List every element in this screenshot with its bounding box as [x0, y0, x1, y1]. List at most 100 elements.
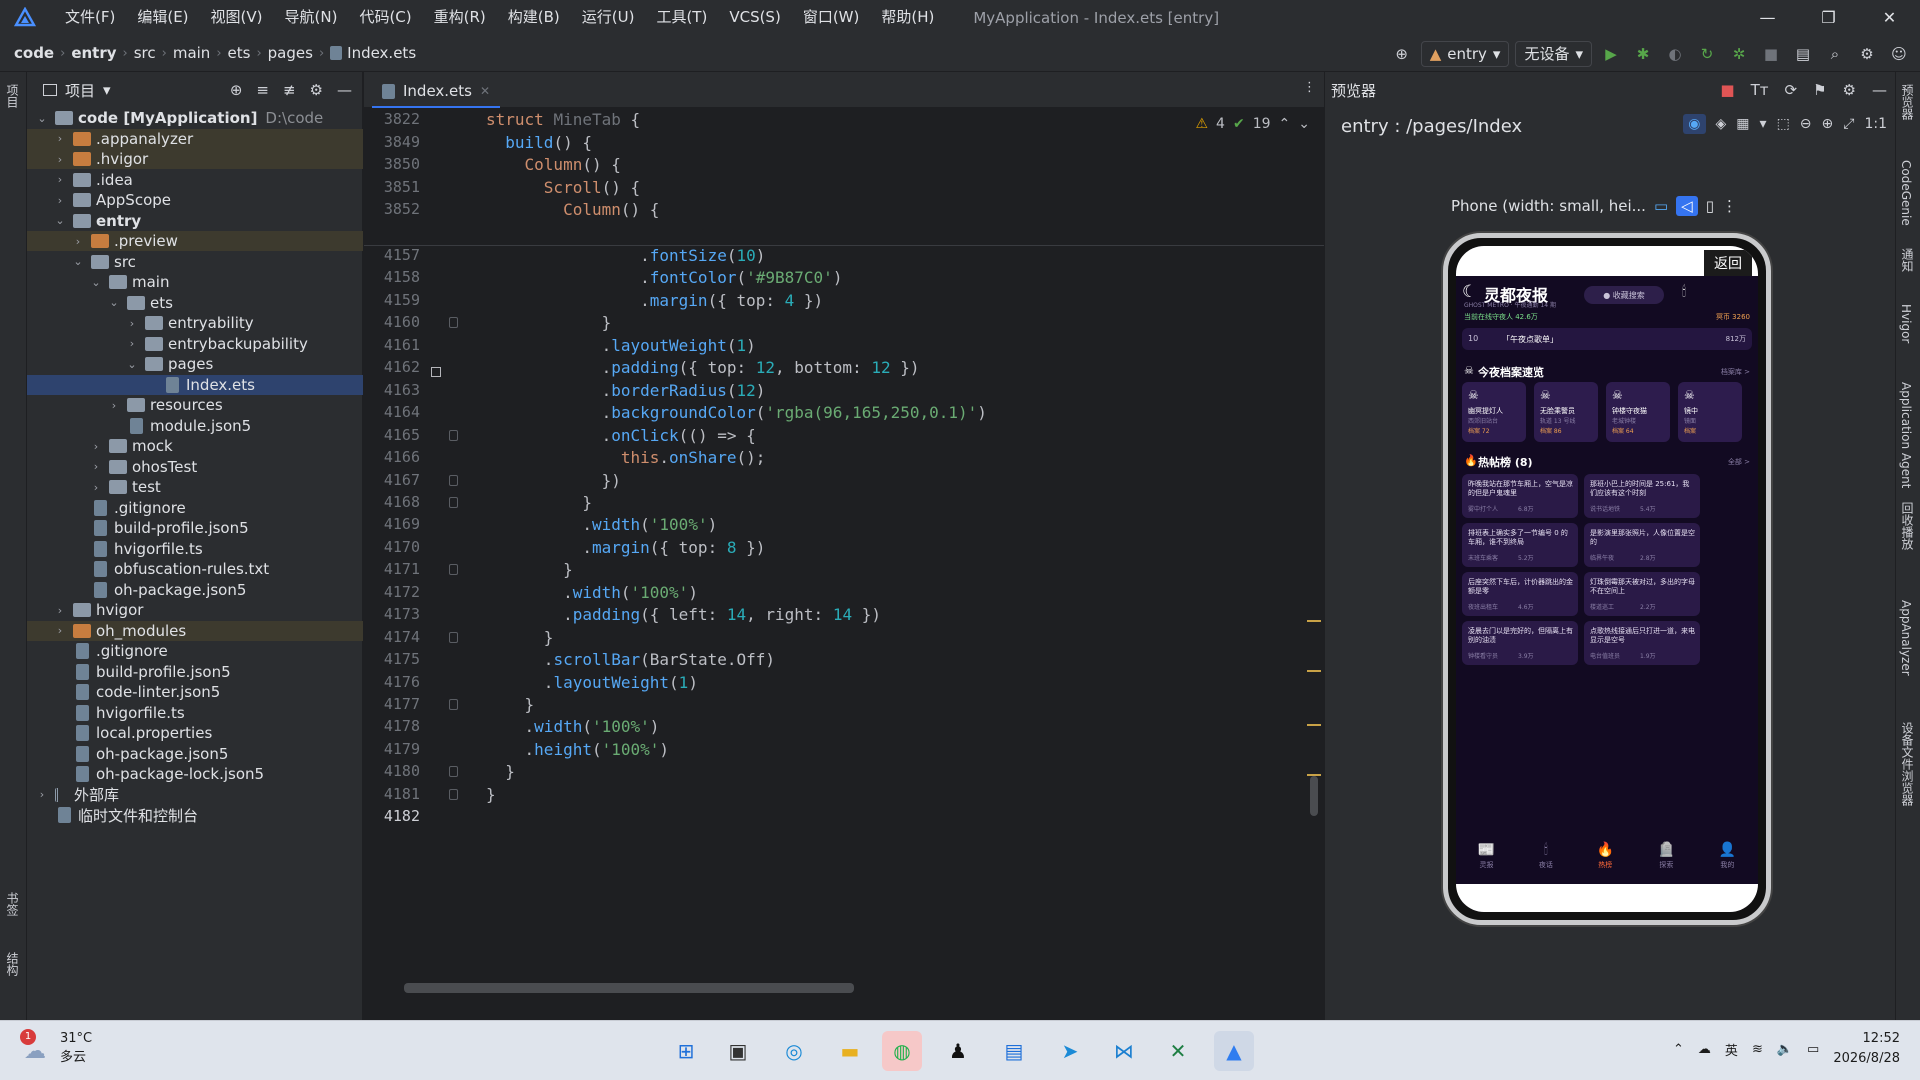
more-tabs-icon[interactable]: ⋮	[1303, 80, 1316, 95]
tree-item[interactable]: › 外部库	[27, 785, 363, 805]
minimize-icon[interactable]: —	[1737, 0, 1798, 35]
post-card[interactable]: 凌晨去门以是完好的，但隔离上有别的油渍 钟楼看守员 3.9万	[1462, 621, 1578, 665]
tree-item[interactable]: › oh_modules	[27, 620, 363, 641]
code-line[interactable]: .scrollBar(BarState.Off)	[486, 650, 775, 669]
bottom-tab[interactable]: 👤 我的	[1719, 836, 1736, 884]
task-view-icon[interactable]: ▣	[718, 1031, 758, 1071]
menu-item[interactable]: 构建(B)	[497, 0, 571, 35]
chevron-right-icon[interactable]: ›	[53, 132, 67, 145]
tree-item[interactable]: local.properties	[27, 723, 363, 743]
hide-icon[interactable]: —	[337, 81, 352, 99]
profile-icon[interactable]: ◐	[1662, 41, 1688, 67]
menu-item[interactable]: 帮助(H)	[870, 0, 945, 35]
font-size-icon[interactable]: Tт	[1751, 81, 1769, 99]
tab-index-ets[interactable]: Index.ets ✕	[372, 76, 501, 108]
chevron-down-icon[interactable]: ⌄	[35, 112, 49, 125]
fold-marker-icon[interactable]	[449, 474, 458, 486]
chevron-down-icon[interactable]: ⌄	[125, 358, 139, 371]
tree-item[interactable]: › .appanalyzer	[27, 128, 363, 149]
menu-item[interactable]: 重构(R)	[423, 0, 497, 35]
landscape-icon[interactable]: ▭	[1654, 197, 1668, 215]
candle-icon[interactable]: 🕯	[1682, 284, 1686, 300]
stop-icon[interactable]: ■	[1758, 41, 1784, 67]
menu-item[interactable]: 编辑(E)	[126, 0, 199, 35]
tree-item[interactable]: hvigorfile.ts	[27, 539, 363, 559]
bottom-tab[interactable]: 🪦 探索	[1658, 836, 1675, 884]
chevron-down-icon[interactable]: ▾	[1760, 116, 1767, 132]
close-tab-icon[interactable]: ✕	[480, 84, 490, 98]
code-line[interactable]: })	[486, 471, 621, 490]
tree-item[interactable]: build-profile.json5	[27, 518, 363, 538]
post-card[interactable]: 后座突然下车后，计价器跳出的金额是零 夜班出租车 4.6万	[1462, 572, 1578, 616]
chevron-right-icon[interactable]: ›	[107, 399, 121, 412]
tree-item[interactable]: .gitignore	[27, 498, 363, 518]
breadcrumb-item[interactable]: entry	[71, 44, 116, 62]
inspection-widget[interactable]: ⚠ 4 ✔ 19 ⌃ ⌄	[1195, 116, 1310, 132]
rotate-icon[interactable]: ◁	[1676, 196, 1698, 216]
warning-marker[interactable]	[1307, 724, 1321, 726]
warning-marker[interactable]	[1307, 774, 1321, 776]
chevron-down-icon[interactable]: ⌄	[53, 214, 67, 227]
tree-item[interactable]: 临时文件和控制台	[27, 805, 363, 825]
code-line[interactable]: .padding({ top: 12, bottom: 12 })	[486, 358, 920, 377]
breadcrumb-item[interactable]: ets	[228, 44, 251, 62]
close-icon[interactable]: ✕	[1859, 0, 1920, 35]
code-line[interactable]: .borderRadius(12)	[486, 381, 766, 400]
code-line[interactable]: .layoutWeight(1)	[486, 336, 756, 355]
chevron-right-icon[interactable]: ›	[89, 460, 103, 473]
preview-mode-icon[interactable]: ◉	[1683, 114, 1706, 134]
post-card[interactable]: 昨晚我站在那节车厢上，空气是凉的但是户鬼魂里 雾中打个人 6.8万	[1462, 474, 1578, 518]
code-line[interactable]: .padding({ left: 14, right: 14 })	[486, 605, 881, 624]
store-icon[interactable]: ▤	[994, 1031, 1034, 1071]
structure-tool-button[interactable]: 结构	[4, 952, 21, 976]
archive-more-link[interactable]: 档案库 >	[1721, 367, 1750, 377]
locate-icon[interactable]: ⊕	[230, 81, 243, 99]
fold-marker-icon[interactable]	[449, 766, 458, 778]
breadcrumb-file[interactable]: Index.ets	[347, 44, 416, 62]
multi-device-icon[interactable]: ▯	[1706, 197, 1714, 215]
file-explorer-icon[interactable]: ▬	[830, 1031, 870, 1071]
run-icon[interactable]: ▶	[1598, 41, 1624, 67]
project-panel-title[interactable]: 项目	[65, 80, 95, 101]
tree-item[interactable]: module.json5	[27, 416, 363, 436]
project-tool-button[interactable]: 项目	[4, 84, 21, 108]
menu-item[interactable]: 窗口(W)	[792, 0, 871, 35]
onedrive-icon[interactable]: ☁	[1698, 1042, 1711, 1057]
wifi-icon[interactable]: ≋	[1752, 1042, 1763, 1057]
chevron-up-icon[interactable]: ⌃	[1673, 1042, 1684, 1057]
horizontal-scrollbar[interactable]	[404, 983, 854, 993]
code-line[interactable]: .onClick(() => {	[486, 426, 756, 445]
chevron-right-icon[interactable]: ›	[35, 788, 49, 801]
account-icon[interactable]: ☺	[1886, 41, 1912, 67]
phone-screen[interactable]: 返回 ☾ 灵都夜报 GHOST METRO · 午夜通勤 14 期 ● 收藏搜索…	[1456, 246, 1758, 912]
bottom-tab[interactable]: 📰 灵报	[1478, 836, 1495, 884]
code-line[interactable]: .backgroundColor('rgba(96,165,250,0.1)')	[486, 403, 987, 422]
chevron-right-icon[interactable]: ›	[89, 440, 103, 453]
post-card[interactable]: 排班表上确实多了一节编号 0 的车厢，谁不到终局 末班车乘客 5.2万	[1462, 523, 1578, 567]
rank-row[interactable]: 10 「午夜点歌单」 812万	[1462, 328, 1752, 350]
fold-marker-icon[interactable]	[449, 699, 458, 710]
breadcrumb-item[interactable]: src	[134, 44, 156, 62]
code-line[interactable]: .fontSize(10)	[486, 246, 765, 265]
excel-icon[interactable]: ✕	[1158, 1031, 1198, 1071]
inspector-icon[interactable]: ⚑	[1813, 81, 1826, 99]
tree-item[interactable]: ⌄ src	[27, 252, 363, 272]
hot-more-link[interactable]: 全部 >	[1728, 457, 1750, 467]
vertical-scrollbar[interactable]	[1310, 776, 1318, 816]
stop-preview-icon[interactable]: ■	[1720, 81, 1734, 99]
qq-icon[interactable]: ♟	[938, 1031, 978, 1071]
debug-icon[interactable]: ✱	[1630, 41, 1656, 67]
back-button[interactable]: 返回	[1704, 250, 1752, 276]
code-line[interactable]: }	[486, 493, 592, 512]
fold-marker-icon[interactable]	[449, 317, 458, 329]
code-line[interactable]: .fontColor('#9B87C0')	[486, 268, 842, 287]
fold-marker-icon[interactable]	[449, 788, 458, 800]
tree-item[interactable]: › entryability	[27, 313, 363, 333]
vscode-icon[interactable]: ⋈	[1104, 1031, 1144, 1071]
right-tool-button[interactable]: CodeGenie	[1899, 160, 1913, 226]
right-tool-button[interactable]: Application Agent	[1899, 382, 1913, 488]
post-card[interactable]: 那班小巴上的时间是 25:61，我们应该有这个时刻 说书话地铁 5.4万	[1584, 474, 1700, 518]
bookmarks-tool-button[interactable]: 书签	[4, 892, 21, 916]
target-icon[interactable]: ⊕	[1389, 41, 1415, 67]
tree-item[interactable]: › AppScope	[27, 190, 363, 210]
